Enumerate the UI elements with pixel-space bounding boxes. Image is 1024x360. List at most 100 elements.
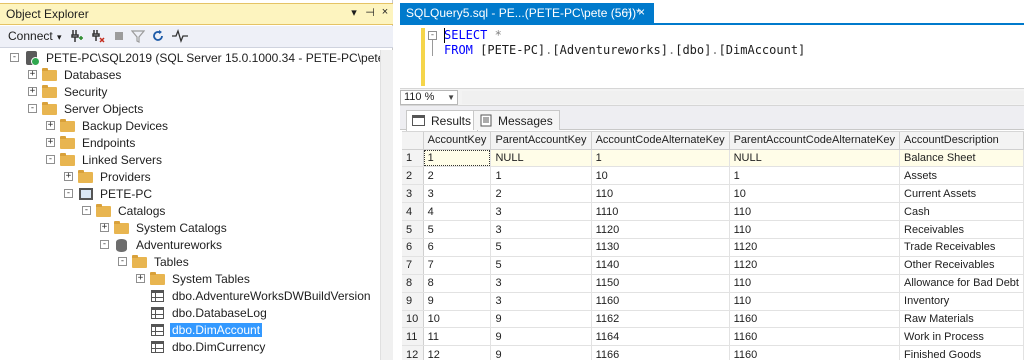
table-row[interactable]: 12 12 9 1166 1160 Finished Goods — [402, 345, 1024, 360]
table-cell[interactable]: Current Assets — [899, 184, 1024, 204]
table-row[interactable]: 7 7 5 1140 1120 Other Receivables — [402, 256, 1024, 275]
document-tab[interactable]: SQLQuery5.sql - PE...(PETE-PC\pete (56))… — [400, 3, 654, 23]
row-number[interactable]: 6 — [402, 238, 424, 257]
row-number[interactable]: 10 — [402, 310, 424, 329]
table-cell[interactable]: 1150 — [591, 274, 730, 293]
row-number[interactable]: 2 — [402, 166, 424, 186]
table-cell[interactable]: 5 — [490, 256, 592, 275]
table-cell[interactable]: 10 — [591, 166, 730, 186]
table-cell[interactable]: 1 — [490, 166, 592, 186]
expand-icon[interactable]: + — [46, 138, 55, 147]
table-cell[interactable]: NULL — [729, 149, 901, 168]
tree-node[interactable]: - Catalogs — [82, 203, 380, 220]
tree-node-label[interactable]: Databases — [62, 68, 123, 82]
table-cell[interactable]: 1 — [591, 149, 730, 168]
row-number[interactable]: 9 — [402, 292, 424, 311]
row-number[interactable]: 5 — [402, 220, 424, 239]
row-number[interactable]: 1 — [402, 149, 424, 168]
table-cell[interactable]: 1164 — [591, 327, 730, 347]
table-row[interactable]: 4 4 3 1110 110 Cash — [402, 202, 1024, 222]
tree-node-label[interactable]: Endpoints — [80, 136, 137, 150]
table-cell[interactable]: 11 — [423, 327, 492, 347]
tree-node-label[interactable]: Backup Devices — [80, 119, 170, 133]
table-cell[interactable]: 3 — [490, 202, 592, 222]
table-cell[interactable]: 3 — [490, 274, 592, 293]
tree-node-label[interactable]: Providers — [98, 170, 153, 184]
table-cell[interactable]: Work in Process — [899, 327, 1024, 347]
expand-icon[interactable]: + — [28, 70, 37, 79]
table-cell[interactable]: 1 — [729, 166, 901, 186]
tree-node-label[interactable]: dbo.DimCurrency — [170, 340, 267, 354]
table-row[interactable]: 10 10 9 1162 1160 Raw Materials — [402, 310, 1024, 329]
collapse-icon[interactable]: - — [82, 206, 91, 215]
editor-horizontal-scrollbar[interactable] — [462, 91, 1024, 104]
table-cell[interactable]: Cash — [899, 202, 1024, 222]
refresh-icon[interactable] — [151, 29, 165, 46]
table-cell[interactable]: 1160 — [729, 310, 901, 329]
disconnect-icon[interactable] — [91, 29, 105, 46]
tree-node[interactable]: + Backup Devices — [46, 118, 380, 135]
tree-node[interactable]: - Linked Servers — [46, 152, 380, 169]
table-cell[interactable]: 1120 — [591, 220, 730, 239]
tree-node[interactable]: + System Catalogs — [100, 220, 380, 237]
row-number[interactable]: 12 — [402, 345, 424, 360]
results-grid[interactable]: AccountKey ParentAccountKey AccountCodeA… — [402, 131, 1024, 360]
table-cell[interactable]: 1110 — [591, 202, 730, 222]
tree-node[interactable]: + Endpoints — [46, 135, 380, 152]
tree-node-label[interactable]: Tables — [152, 255, 191, 269]
tree-node-label[interactable]: dbo.DatabaseLog — [170, 306, 269, 320]
table-cell[interactable]: 1 — [423, 149, 492, 168]
table-cell[interactable]: Raw Materials — [899, 310, 1024, 329]
table-cell[interactable]: 5 — [490, 238, 592, 257]
table-cell[interactable]: 110 — [729, 220, 901, 239]
expand-icon[interactable]: + — [64, 172, 73, 181]
tree-node[interactable]: + Databases — [28, 67, 380, 84]
table-cell[interactable]: 2 — [490, 184, 592, 204]
table-cell[interactable]: 9 — [423, 292, 492, 311]
tree-node-label[interactable]: dbo.AdventureWorksDWBuildVersion — [170, 289, 373, 303]
table-cell[interactable]: Assets — [899, 166, 1024, 186]
table-cell[interactable]: 1140 — [591, 256, 730, 275]
tree-node[interactable]: dbo.DatabaseLog — [136, 305, 380, 322]
object-explorer-scrollbar[interactable] — [380, 50, 393, 360]
row-number[interactable]: 3 — [402, 184, 424, 204]
table-cell[interactable]: 1130 — [591, 238, 730, 257]
tree-node-label[interactable]: Adventureworks — [134, 238, 224, 252]
column-header[interactable]: AccountDescription — [899, 132, 1024, 150]
tree-node[interactable]: dbo.DimCurrency — [136, 339, 380, 356]
table-cell[interactable]: 1162 — [591, 310, 730, 329]
table-cell[interactable]: NULL — [490, 149, 592, 168]
expand-icon[interactable]: + — [46, 121, 55, 130]
table-row[interactable]: 9 9 3 1160 110 Inventory — [402, 292, 1024, 311]
tree-node[interactable]: + Security — [28, 84, 380, 101]
table-cell[interactable]: Other Receivables — [899, 256, 1024, 275]
tree-node[interactable]: dbo.DimAccount — [136, 322, 380, 339]
row-number[interactable]: 11 — [402, 327, 424, 347]
tree-node-label[interactable]: System Catalogs — [134, 221, 229, 235]
row-number[interactable]: 4 — [402, 202, 424, 222]
tree-node[interactable]: - Tables — [118, 254, 380, 271]
tree-node[interactable]: dbo.AdventureWorksDWBuildVersion — [136, 288, 380, 305]
stop-icon[interactable] — [113, 29, 125, 46]
table-cell[interactable]: 9 — [490, 310, 592, 329]
table-cell[interactable]: 2 — [423, 166, 492, 186]
tree-node-label[interactable]: PETE-PC — [98, 187, 154, 201]
table-cell[interactable]: 4 — [423, 202, 492, 222]
tree-node[interactable]: - Adventureworks — [100, 237, 380, 254]
column-header[interactable]: ParentAccountCodeAlternateKey — [729, 132, 901, 150]
table-cell[interactable]: Trade Receivables — [899, 238, 1024, 257]
table-row[interactable]: 6 6 5 1130 1120 Trade Receivables — [402, 238, 1024, 257]
table-cell[interactable]: 3 — [490, 292, 592, 311]
table-cell[interactable]: Balance Sheet — [899, 149, 1024, 168]
table-row[interactable]: 1 1 NULL 1 NULL Balance Sheet — [402, 149, 1024, 168]
table-cell[interactable]: 110 — [729, 274, 901, 293]
table-cell[interactable]: 6 — [423, 238, 492, 257]
table-cell[interactable]: 110 — [729, 292, 901, 311]
tab-results[interactable]: Results — [406, 110, 479, 131]
expand-icon[interactable]: + — [100, 223, 109, 232]
tree-node-label[interactable]: System Tables — [170, 272, 252, 286]
column-header[interactable]: AccountKey — [423, 132, 492, 150]
tree-node[interactable]: + Providers — [64, 169, 380, 186]
table-cell[interactable]: 3 — [490, 220, 592, 239]
table-cell[interactable]: 1160 — [729, 327, 901, 347]
